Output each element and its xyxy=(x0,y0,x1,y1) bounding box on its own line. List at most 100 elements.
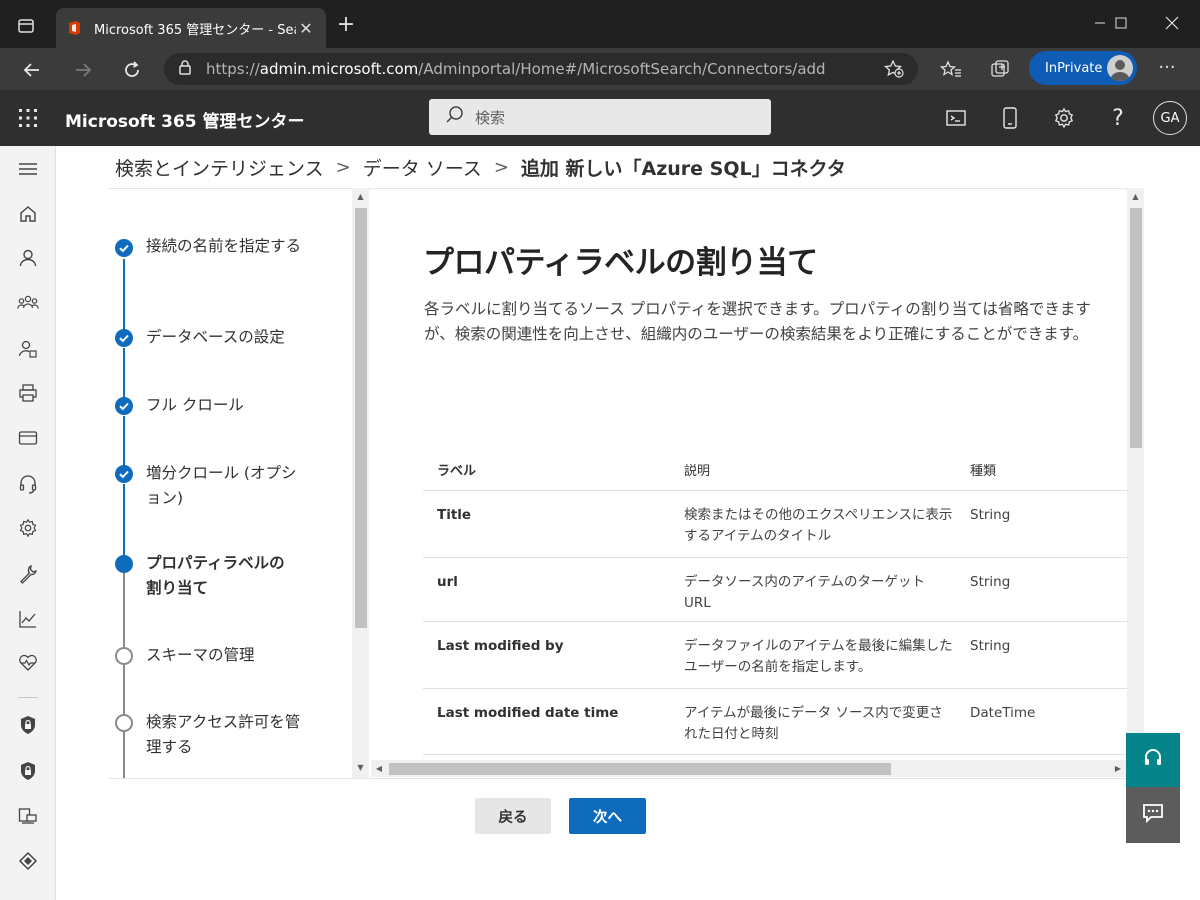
close-tab-icon[interactable]: ✕ xyxy=(296,19,316,38)
lock-icon[interactable] xyxy=(178,59,192,79)
settings-gear-icon[interactable] xyxy=(1050,104,1078,132)
scroll-down-icon[interactable]: ▼ xyxy=(352,761,369,775)
security-shield-icon[interactable] xyxy=(16,713,40,737)
cell-description: データファイルのアイテムを最後に編集したユーザーの名前を指定します。 xyxy=(684,638,953,675)
cell-description: 検索またはその他のエクスペリエンスに表示するアイテムのタイトル xyxy=(684,507,953,544)
checkmark-circle-icon xyxy=(115,397,133,415)
steps-scrollbar[interactable]: ▲ ▼ xyxy=(352,188,369,778)
compliance-shield-icon[interactable] xyxy=(16,759,40,783)
close-window-icon[interactable] xyxy=(1152,8,1192,38)
collections-icon[interactable] xyxy=(984,54,1016,86)
cell-label: Title xyxy=(437,507,472,523)
next-button[interactable]: 次へ xyxy=(569,798,646,834)
table-header-row: ラベル 説明 種類 xyxy=(423,446,1143,491)
mobile-icon[interactable] xyxy=(996,104,1024,132)
cell-label: url xyxy=(437,574,458,590)
tab-actions-icon[interactable] xyxy=(12,12,40,40)
azure-ad-icon[interactable] xyxy=(16,849,40,873)
help-support-button[interactable] xyxy=(1126,733,1180,787)
settings-icon[interactable] xyxy=(16,516,40,540)
address-bar[interactable]: https://admin.microsoft.com/Adminportal/… xyxy=(164,53,918,85)
table-row[interactable]: Title 検索またはその他のエクスペリエンスに表示するアイテムのタイトル St… xyxy=(423,491,1143,558)
url-prefix: https:// xyxy=(206,60,260,78)
step-label: プロパティラベルの割り当て xyxy=(146,554,285,597)
favorites-icon[interactable] xyxy=(935,54,967,86)
billing-card-icon[interactable] xyxy=(16,426,40,450)
endpoint-devices-icon[interactable] xyxy=(16,804,40,828)
app-brand-title[interactable]: Microsoft 365 管理センター xyxy=(65,107,305,132)
breadcrumb-link-data-sources[interactable]: データ ソース xyxy=(363,154,482,181)
step-label: スキーマの管理 xyxy=(146,646,255,664)
more-menu-icon[interactable]: ··· xyxy=(1152,54,1182,84)
favorite-add-icon[interactable] xyxy=(883,59,904,82)
checkmark-circle-icon xyxy=(115,329,133,347)
app-header: Microsoft 365 管理センター 検索 ? GA xyxy=(0,90,1200,146)
table-row[interactable]: Last modified date time アイテムが最後にデータ ソース内… xyxy=(423,689,1143,755)
chat-feedback-icon xyxy=(1142,803,1164,827)
back-arrow-icon[interactable] xyxy=(16,54,48,86)
roles-icon[interactable] xyxy=(16,337,40,361)
main-pane: プロパティラベルの割り当て 各ラベルに割り当てるソース プロパティを選択できます… xyxy=(371,188,1144,778)
step-connector xyxy=(123,484,125,562)
browser-tab-active[interactable]: Microsoft 365 管理センター - Search ✕ xyxy=(56,8,326,48)
cell-type: String xyxy=(970,638,1011,654)
health-heart-icon[interactable] xyxy=(16,651,40,675)
user-icon[interactable] xyxy=(16,246,40,270)
main-horizontal-scrollbar[interactable]: ◀ ▶ xyxy=(371,760,1128,777)
chevron-right-icon: > xyxy=(335,157,351,178)
back-button[interactable]: 戻る xyxy=(475,798,551,834)
headset-icon xyxy=(1142,747,1164,773)
new-tab-icon[interactable]: + xyxy=(332,12,360,40)
feedback-button[interactable] xyxy=(1126,787,1180,843)
profile-avatar-icon xyxy=(1107,55,1133,81)
reports-chart-icon[interactable] xyxy=(16,607,40,631)
home-icon[interactable] xyxy=(16,202,40,226)
office-logo-icon xyxy=(66,20,82,36)
printer-icon[interactable] xyxy=(16,381,40,405)
step-label: フル クロール xyxy=(146,396,244,414)
cell-type: String xyxy=(970,507,1011,523)
breadcrumb-current: 追加 新しい「Azure SQL」コネクタ xyxy=(520,158,846,180)
scroll-up-icon[interactable]: ▲ xyxy=(352,190,369,204)
app-launcher-icon[interactable] xyxy=(16,106,40,130)
scroll-up-icon[interactable]: ▲ xyxy=(1127,190,1144,204)
help-question-icon[interactable]: ? xyxy=(1104,104,1132,132)
page-description: 各ラベルに割り当てるソース プロパティを選択できます。プロパティの割り当ては省略… xyxy=(424,300,1091,343)
search-placeholder: 検索 xyxy=(475,108,506,127)
refresh-icon[interactable] xyxy=(116,54,148,86)
tab-title: Microsoft 365 管理センター - Search xyxy=(94,22,296,38)
forward-arrow-icon[interactable] xyxy=(67,54,99,86)
cell-label: Last modified date time xyxy=(437,705,619,721)
cell-label: Last modified by xyxy=(437,638,564,654)
scrollbar-thumb[interactable] xyxy=(389,763,891,775)
property-label-table: ラベル 説明 種類 Title 検索またはその他のエクスペリエンスに表示するアイ… xyxy=(423,446,1143,755)
groups-icon[interactable] xyxy=(16,291,40,315)
column-header-description: 説明 xyxy=(684,464,711,479)
page-title: プロパティラベルの割り当て xyxy=(423,245,818,281)
cell-description: データソース内のアイテムのターゲット URL xyxy=(684,574,925,611)
footer-divider xyxy=(109,778,1144,779)
checkmark-circle-icon xyxy=(115,239,133,257)
user-avatar[interactable]: GA xyxy=(1153,101,1187,135)
content-area: 検索とインテリジェンス > データ ソース > 追加 新しい「Azure SQL… xyxy=(56,146,1200,900)
setup-wrench-icon[interactable] xyxy=(16,562,40,586)
menu-hamburger-icon[interactable] xyxy=(16,157,40,181)
step-label: データベースの設定 xyxy=(146,328,285,346)
main-scrollbar[interactable]: ▲ xyxy=(1127,188,1144,760)
table-row[interactable]: Last modified by データファイルのアイテムを最後に編集したユーザ… xyxy=(423,622,1143,689)
support-headset-icon[interactable] xyxy=(16,472,40,496)
breadcrumb-link-search-intelligence[interactable]: 検索とインテリジェンス xyxy=(115,154,324,181)
inprivate-badge[interactable]: InPrivate xyxy=(1029,51,1137,85)
scroll-right-icon[interactable]: ▶ xyxy=(1111,762,1125,776)
terminal-icon[interactable] xyxy=(942,104,970,132)
scroll-left-icon[interactable]: ◀ xyxy=(372,762,386,776)
column-header-type: 種類 xyxy=(970,464,997,479)
scrollbar-thumb[interactable] xyxy=(1130,208,1142,448)
search-input[interactable]: 検索 xyxy=(429,99,771,135)
maximize-icon[interactable] xyxy=(1101,8,1141,38)
search-icon xyxy=(445,105,465,129)
empty-circle-icon xyxy=(115,647,133,665)
scrollbar-thumb[interactable] xyxy=(355,208,367,628)
breadcrumb: 検索とインテリジェンス > データ ソース > 追加 新しい「Azure SQL… xyxy=(115,154,846,181)
table-row[interactable]: url データソース内のアイテムのターゲット URL String xyxy=(423,558,1143,622)
